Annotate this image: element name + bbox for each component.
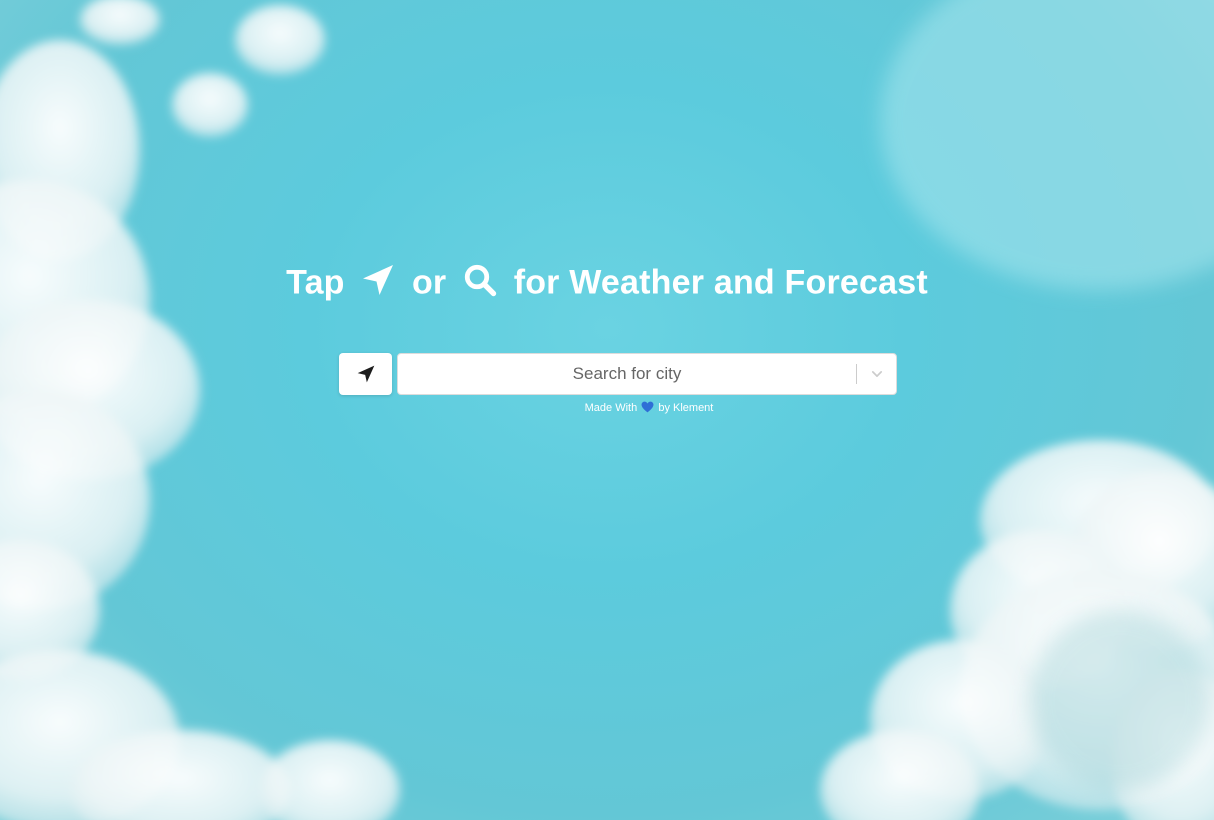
credit-prefix: Made With bbox=[584, 402, 638, 414]
location-arrow-icon bbox=[357, 365, 374, 383]
location-arrow-icon bbox=[360, 262, 396, 298]
title-suffix: for Weather and Forecast bbox=[513, 263, 928, 302]
use-location-button[interactable] bbox=[339, 353, 392, 395]
dropdown-toggle[interactable] bbox=[857, 354, 897, 394]
footer-credit: Made With by Klement bbox=[0, 401, 1214, 414]
city-search-input[interactable] bbox=[398, 354, 856, 394]
credit-author: by Klement bbox=[658, 402, 714, 414]
page-title: Tap or for Weather and Forecast bbox=[0, 262, 1214, 303]
title-prefix: Tap bbox=[286, 263, 345, 302]
magnifier-icon bbox=[462, 262, 498, 298]
chevron-down-icon bbox=[871, 371, 883, 377]
search-controls bbox=[339, 353, 898, 395]
sky-background: Tap or for Weather and Forecast Search f… bbox=[0, 0, 1214, 820]
title-middle: or bbox=[411, 263, 447, 302]
city-search-select[interactable] bbox=[397, 353, 897, 395]
blue-heart-icon bbox=[641, 401, 654, 413]
